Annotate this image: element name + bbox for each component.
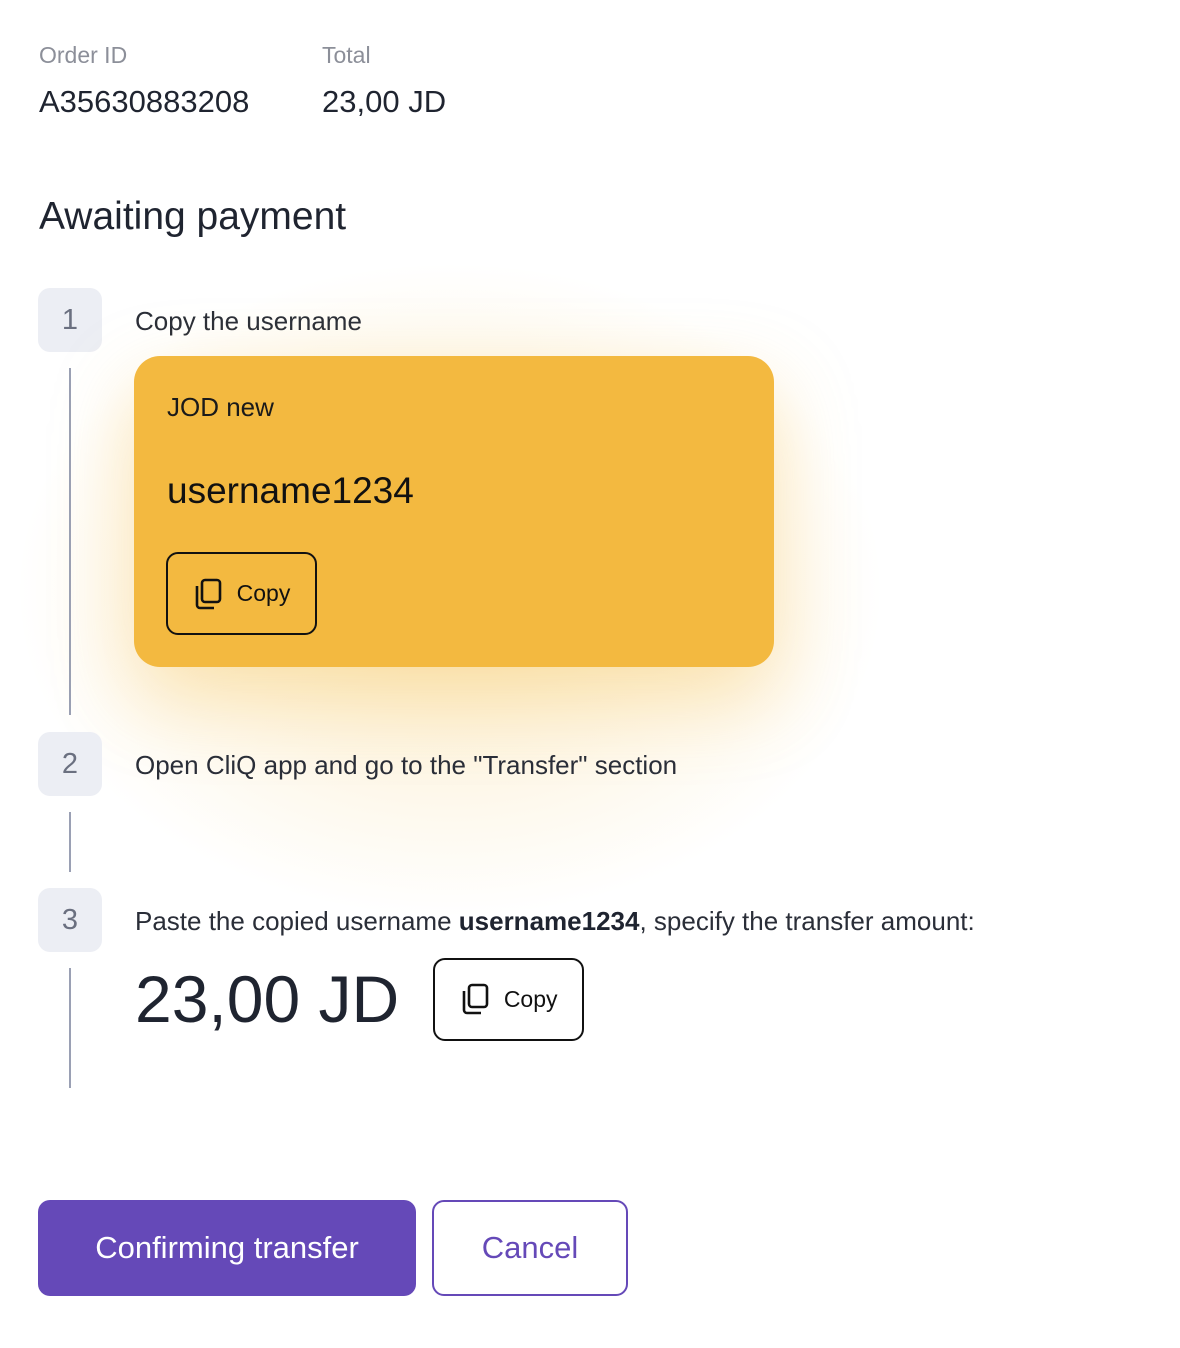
username-card: JOD new username1234 Copy — [134, 356, 774, 667]
total-label: Total — [322, 42, 371, 68]
order-id-value: A35630883208 — [39, 84, 250, 119]
cancel-button[interactable]: Cancel — [432, 1200, 628, 1296]
total-value: 23,00 JD — [322, 84, 447, 119]
order-id-label: Order ID — [39, 42, 128, 68]
order-id-block: Order ID A35630883208 — [39, 40, 249, 122]
copy-icon — [460, 983, 490, 1015]
page-title: Awaiting payment — [39, 195, 347, 238]
copy-icon — [193, 578, 223, 610]
transfer-amount: 23,00 JD — [135, 962, 400, 1036]
step-2-number: 2 — [38, 732, 102, 796]
step-2-connector — [69, 812, 71, 872]
copy-amount-button[interactable]: Copy — [433, 957, 585, 1041]
step-3-connector — [69, 968, 71, 1088]
card-bank-name: JOD new — [167, 392, 274, 422]
confirm-transfer-button[interactable]: Confirming transfer — [38, 1200, 416, 1296]
amount-row: 23,00 JD Copy — [135, 957, 585, 1041]
copy-amount-label: Copy — [503, 985, 558, 1012]
step-3-text: Paste the copied username username1234, … — [135, 904, 975, 938]
copy-username-button[interactable]: Copy — [166, 552, 317, 635]
step-3-number: 3 — [38, 888, 102, 952]
copy-username-label: Copy — [236, 580, 291, 606]
step-1-connector — [69, 368, 71, 715]
total-block: Total 23,00 JD — [322, 40, 446, 122]
step-3-username: username1234 — [458, 906, 640, 936]
step-2-text: Open CliQ app and go to the "Transfer" s… — [135, 750, 678, 780]
step-1-text: Copy the username — [135, 306, 362, 336]
card-username: username1234 — [167, 470, 414, 511]
step-1-number: 1 — [38, 288, 102, 352]
step-3-text-after: , specify the transfer amount: — [639, 906, 975, 936]
step-3-text-before: Paste the copied username — [135, 906, 459, 936]
